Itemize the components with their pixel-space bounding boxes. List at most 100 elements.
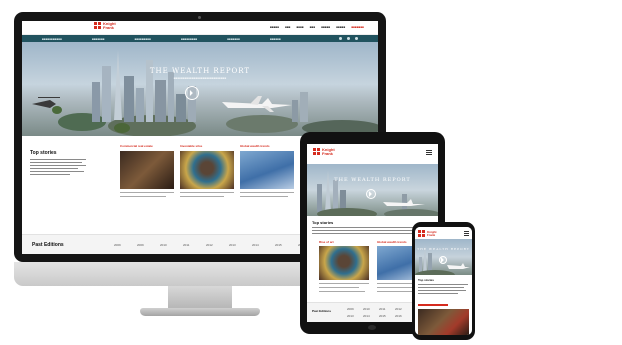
brand-name: Knight Frank [103, 21, 116, 30]
text-line [418, 287, 464, 288]
nav-items: ■■■■■■■■■■■ ■■■■■■■ ■■■■■■■■■ ■■■■■■■■■ … [42, 37, 281, 41]
edition-year-link[interactable]: 2011 [379, 307, 395, 311]
nav-item[interactable]: ■■■■■■ [270, 37, 281, 41]
menu-icon[interactable] [426, 150, 432, 155]
text-line [319, 283, 369, 284]
text-line [30, 171, 84, 172]
edition-year-link[interactable]: 2012 [206, 243, 223, 247]
play-icon[interactable] [185, 86, 199, 100]
hero-title: THE WEALTH REPORT [417, 247, 470, 251]
tablet-header: Knight Frank [307, 144, 438, 164]
card-title: Commercial real estate [120, 144, 153, 148]
card-image[interactable] [418, 309, 469, 335]
card-image [240, 151, 294, 189]
story-card-title [418, 303, 469, 307]
header-link[interactable]: ■■■■■ [321, 25, 330, 29]
brand-name: Knight Frank [322, 147, 335, 156]
social-icon[interactable] [339, 37, 342, 40]
edition-year-link[interactable]: 2010 [160, 243, 177, 247]
edition-year-link[interactable]: 2009 [347, 307, 363, 311]
hero-cityscape-image [32, 50, 378, 136]
edition-year-link[interactable]: 2012 [395, 307, 411, 311]
header-links: ■■■■■ ■■■ ■■■■ ■■■ ■■■■■ ■■■■■ ■■■■■■■ [270, 25, 364, 29]
nav-item[interactable]: ■■■■■■■■■■■ [42, 37, 62, 41]
header-link[interactable]: ■■■■■ [270, 25, 279, 29]
past-editions-label: Past Editions [32, 242, 64, 248]
social-icons [339, 37, 358, 40]
story-card[interactable]: Global wealth trends [240, 144, 294, 197]
hero-title: THE WEALTH REPORT [334, 177, 411, 183]
text-line [312, 233, 428, 234]
tablet-home-button[interactable] [368, 325, 376, 330]
social-icon[interactable] [347, 37, 350, 40]
edition-year-link[interactable]: 2015 [275, 243, 292, 247]
card-title: Rise of art [319, 240, 334, 244]
text-line [418, 284, 468, 285]
edition-year-link[interactable]: 2011 [183, 243, 200, 247]
text-line [120, 196, 166, 197]
nav-item[interactable]: ■■■■■■■ [92, 37, 105, 41]
social-icon[interactable] [355, 37, 358, 40]
edition-year-link[interactable]: 2013 [347, 314, 363, 318]
logo-mark-icon [418, 230, 425, 237]
text-line [180, 196, 224, 197]
phone-device: Knight Frank THE WEALTH REPORT Top stori… [412, 222, 475, 340]
card-image [120, 151, 174, 189]
text-line [120, 192, 174, 193]
edition-year-link[interactable]: 2013 [229, 243, 246, 247]
text-line [30, 168, 78, 169]
brand-logo[interactable]: Knight Frank [94, 21, 116, 30]
logo-mark-icon [313, 148, 320, 156]
play-icon[interactable] [439, 256, 447, 264]
site-nav: ■■■■■■■■■■■ ■■■■■■■ ■■■■■■■■■ ■■■■■■■■■ … [22, 35, 378, 42]
story-card[interactable]: Commercial real estate [120, 144, 174, 197]
header-link[interactable]: ■■■■■ [336, 25, 345, 29]
edition-year-link[interactable]: 2014 [363, 314, 379, 318]
nav-item[interactable]: ■■■■■■■■■ [181, 37, 197, 41]
edition-year-link[interactable]: 2010 [363, 307, 379, 311]
story-card[interactable]: Investable silos [180, 144, 234, 197]
text-line [319, 287, 359, 288]
edition-year-link[interactable]: 2009 [114, 243, 131, 247]
phone-header: Knight Frank [415, 227, 472, 239]
camera-dot [198, 16, 201, 19]
edition-year-link[interactable]: 2015 [379, 314, 395, 318]
text-line [319, 291, 365, 292]
phone-top-stories: Top stories [418, 278, 469, 296]
edition-years: 2009 2009 2010 2011 2012 2013 2014 2015 … [114, 243, 315, 247]
edition-years: 2009 2010 2011 2012 2013 2014 2015 2016 [347, 307, 411, 318]
header-link-highlight[interactable]: ■■■■■■■ [351, 25, 364, 29]
nav-item[interactable]: ■■■■■■■■■ [135, 37, 151, 41]
card-image [180, 151, 234, 189]
phone-screen: Knight Frank THE WEALTH REPORT Top stori… [415, 227, 472, 335]
card-title: Global wealth trends [240, 144, 270, 148]
text-line [240, 192, 294, 193]
hero-subtitle: ■■■■■■■■■■■■■■■■■■■■■■■■■■■■■ [173, 76, 227, 80]
text-line [418, 293, 458, 294]
text-line [30, 174, 70, 175]
text-line [30, 162, 82, 163]
edition-year-link[interactable]: 2016 [395, 314, 411, 318]
hero-title: THE WEALTH REPORT [149, 67, 251, 75]
text-line [30, 159, 86, 160]
text-line [180, 192, 234, 193]
past-editions-label: Past Editions [312, 309, 332, 313]
site-header: Knight Frank ■■■■■ ■■■ ■■■■ ■■■ ■■■■■ ■■… [22, 21, 378, 35]
monitor-stand-foot [140, 308, 260, 316]
card-title: Investable silos [180, 144, 203, 148]
header-link[interactable]: ■■■ [310, 25, 315, 29]
top-stories-title: Top stories [418, 278, 434, 282]
play-icon[interactable] [366, 189, 376, 199]
header-link[interactable]: ■■■ [285, 25, 290, 29]
edition-year-link[interactable]: 2014 [252, 243, 269, 247]
edition-year-link[interactable]: 2009 [137, 243, 154, 247]
header-link[interactable]: ■■■■ [297, 25, 304, 29]
brand-logo[interactable]: Knight Frank [313, 147, 335, 156]
menu-icon[interactable] [464, 231, 469, 236]
top-stories: Top stories [30, 150, 88, 177]
brand-logo[interactable]: Knight Frank [418, 230, 437, 237]
hero-banner: THE WEALTH REPORT ■■■■■■■■■■■■■■■■■■■■■■… [22, 42, 378, 136]
story-card[interactable]: Rise of art [319, 240, 369, 292]
text-line [240, 196, 288, 197]
nav-item[interactable]: ■■■■■■■ [227, 37, 240, 41]
